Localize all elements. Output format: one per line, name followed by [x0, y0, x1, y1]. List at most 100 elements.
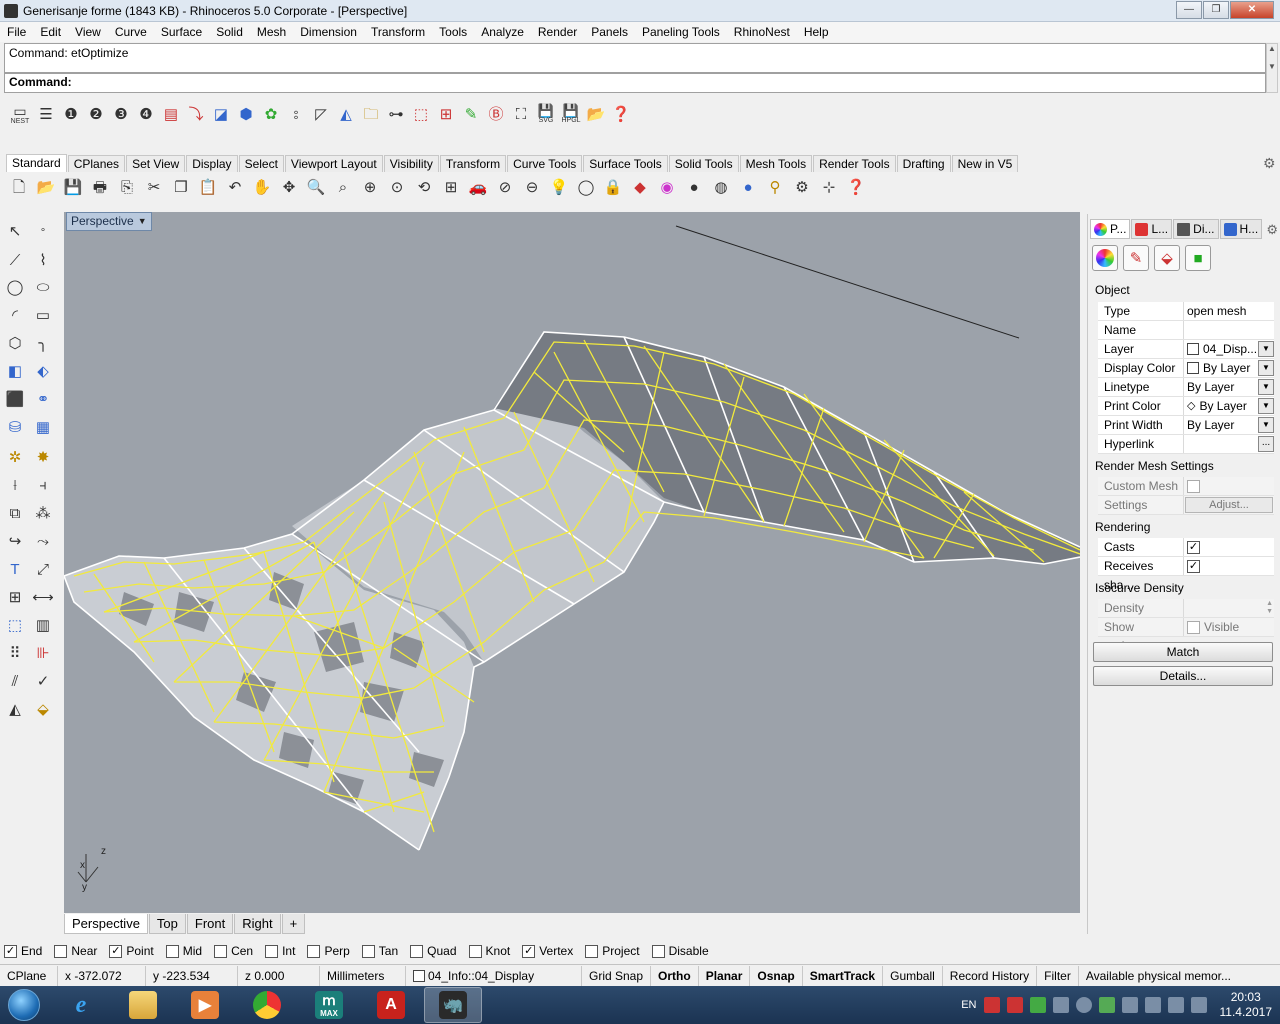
menu-file[interactable]: File: [0, 22, 33, 42]
menu-mesh[interactable]: Mesh: [250, 22, 293, 42]
tab-render-tools[interactable]: Render Tools: [813, 155, 896, 172]
osnap-mid-checkbox[interactable]: [165, 944, 179, 958]
nest-arrow-icon[interactable]: ⤵: [185, 103, 207, 125]
record-history-toggle[interactable]: Record History: [943, 965, 1038, 986]
planar-toggle[interactable]: Planar: [699, 965, 751, 986]
prop-print-color-select[interactable]: ◇ By Layer ▼: [1184, 397, 1274, 415]
maximize-button[interactable]: ❐: [1203, 1, 1229, 19]
update-tray-icon[interactable]: [1029, 997, 1046, 1013]
osnap-tan[interactable]: Tan: [361, 944, 398, 958]
print-color-dropdown-icon[interactable]: ▼: [1258, 398, 1274, 414]
nvidia-tray-icon[interactable]: [1098, 997, 1115, 1013]
nest-shape-icon[interactable]: ✿: [260, 103, 282, 125]
color-wheel-icon[interactable]: ◉: [656, 176, 678, 198]
boolean-union-icon[interactable]: ⚭: [32, 388, 54, 410]
osnap-cen[interactable]: Cen: [214, 944, 253, 958]
osnap-vertex-checkbox[interactable]: ✓: [522, 944, 536, 958]
four-viewports-icon[interactable]: ⊞: [440, 176, 462, 198]
move-icon[interactable]: ⤢: [32, 558, 54, 580]
menu-paneling-tools[interactable]: Paneling Tools: [635, 22, 727, 42]
menu-rhinonest[interactable]: RhinoNest: [727, 22, 797, 42]
rectangle-icon[interactable]: ▭: [32, 304, 54, 326]
display-color-dropdown-icon[interactable]: ▼: [1258, 360, 1274, 376]
prop-display-color-select[interactable]: By Layer ▼: [1184, 359, 1274, 377]
custom-mesh-checkbox[interactable]: [1187, 479, 1200, 493]
text-icon[interactable]: T: [4, 558, 26, 580]
osnap-point[interactable]: ✓ Point: [109, 944, 154, 958]
chamfer-icon[interactable]: ⤳: [32, 530, 54, 552]
prop-print-width-select[interactable]: By Layer ▼: [1184, 416, 1274, 434]
command-history-scrollbar[interactable]: ▲ ▼: [1266, 43, 1278, 93]
grid-snap-toggle[interactable]: Grid Snap: [582, 965, 652, 986]
osnap-near-checkbox[interactable]: [54, 944, 68, 958]
status-cplane[interactable]: CPlane: [0, 965, 58, 986]
start-button[interactable]: [0, 986, 48, 1024]
osnap-cen-checkbox[interactable]: [214, 944, 228, 958]
options-gear-icon[interactable]: ⚙: [791, 176, 813, 198]
menu-surface[interactable]: Surface: [154, 22, 209, 42]
nest-arrange-icon[interactable]: ◭: [335, 103, 357, 125]
lock-icon[interactable]: 🔒: [602, 176, 624, 198]
viewport-tab-perspective[interactable]: Perspective: [64, 914, 148, 934]
mesh-plane-icon[interactable]: ▦: [32, 416, 54, 438]
grid-snap-icon[interactable]: ⊹: [818, 176, 840, 198]
taskbar-3dsmax[interactable]: ⅿ MAX: [300, 987, 358, 1023]
menu-edit[interactable]: Edit: [33, 22, 68, 42]
device-tray-icon[interactable]: [1052, 997, 1069, 1013]
dimension-icon[interactable]: ⟷: [32, 586, 54, 608]
pan-hand-icon[interactable]: ✋: [251, 176, 273, 198]
viewport-tab-top[interactable]: Top: [148, 914, 186, 934]
osnap-disable-checkbox[interactable]: [651, 944, 665, 958]
extrude-curve-icon[interactable]: ⬖: [32, 360, 54, 382]
hyperlink-browse-button[interactable]: ...: [1258, 436, 1274, 452]
tab-drafting[interactable]: Drafting: [896, 155, 951, 172]
point-grid-icon[interactable]: ⠿: [4, 642, 26, 664]
nest-brush-icon[interactable]: ✎: [460, 103, 482, 125]
adjust-button[interactable]: Adjust...: [1185, 497, 1273, 513]
material-icon[interactable]: ✎: [1123, 245, 1149, 271]
language-indicator[interactable]: EN: [961, 999, 976, 1011]
block-icon[interactable]: ⬚: [4, 614, 26, 636]
tab-curve-tools[interactable]: Curve Tools: [507, 155, 583, 172]
osnap-quad[interactable]: Quad: [410, 944, 457, 958]
osnap-perp-checkbox[interactable]: [307, 944, 321, 958]
undo-icon[interactable]: ↶: [224, 176, 246, 198]
help-standard-icon[interactable]: ❓: [845, 176, 867, 198]
system-clock[interactable]: 20:03 11.4.2017: [1220, 990, 1273, 1020]
fillet-curve-icon[interactable]: ╮: [32, 332, 54, 354]
density-spin-icon[interactable]: ▲ ▼: [1266, 600, 1273, 616]
array-icon[interactable]: ⊞: [4, 586, 26, 608]
nest-select-box-icon[interactable]: ⬚: [410, 103, 432, 125]
analyze-icon[interactable]: ⊪: [32, 642, 54, 664]
nest-step3-icon[interactable]: ❸: [110, 103, 132, 125]
osnap-knot[interactable]: Knot: [468, 944, 510, 958]
pdf-tray-icon[interactable]: [1006, 997, 1023, 1013]
osnap-project[interactable]: Project: [585, 944, 640, 958]
osnap-end[interactable]: ✓ End: [4, 944, 42, 958]
smarttrack-toggle[interactable]: SmartTrack: [803, 965, 884, 986]
car-icon[interactable]: 🚗: [467, 176, 489, 198]
menu-analyze[interactable]: Analyze: [474, 22, 531, 42]
viewport-menu-dropdown-icon[interactable]: ▼: [138, 212, 147, 231]
nest-step4-icon[interactable]: ❹: [135, 103, 157, 125]
save-svg-icon[interactable]: 💾 SVG: [535, 103, 557, 125]
surface-from-points-icon[interactable]: ◧: [4, 360, 26, 382]
explode-icon[interactable]: ✸: [32, 446, 54, 468]
zoom-extents-icon[interactable]: ⊕: [359, 176, 381, 198]
zoom-window-icon[interactable]: ⌕: [332, 176, 354, 198]
tab-viewport-layout[interactable]: Viewport Layout: [284, 155, 383, 172]
curve-cv-icon[interactable]: ⌇: [32, 249, 54, 271]
menu-tools[interactable]: Tools: [432, 22, 474, 42]
nest-icon[interactable]: ▭ NEST: [8, 103, 32, 125]
new-file-icon[interactable]: 🗋: [8, 176, 30, 198]
polygon-icon[interactable]: ⬡: [4, 332, 26, 354]
layout-icon[interactable]: ⫽: [4, 670, 26, 692]
import-icon[interactable]: ⎘: [116, 176, 138, 198]
cplane-icon[interactable]: ⊖: [521, 176, 543, 198]
show-surface-checkbox[interactable]: [1187, 620, 1200, 634]
menu-transform[interactable]: Transform: [364, 22, 432, 42]
sync-tray-icon[interactable]: [1075, 997, 1092, 1013]
print-icon[interactable]: 🖶: [89, 176, 111, 198]
ellipse-icon[interactable]: ⬭: [32, 276, 54, 298]
viewport-title-tab[interactable]: Perspective ▼: [66, 212, 152, 231]
